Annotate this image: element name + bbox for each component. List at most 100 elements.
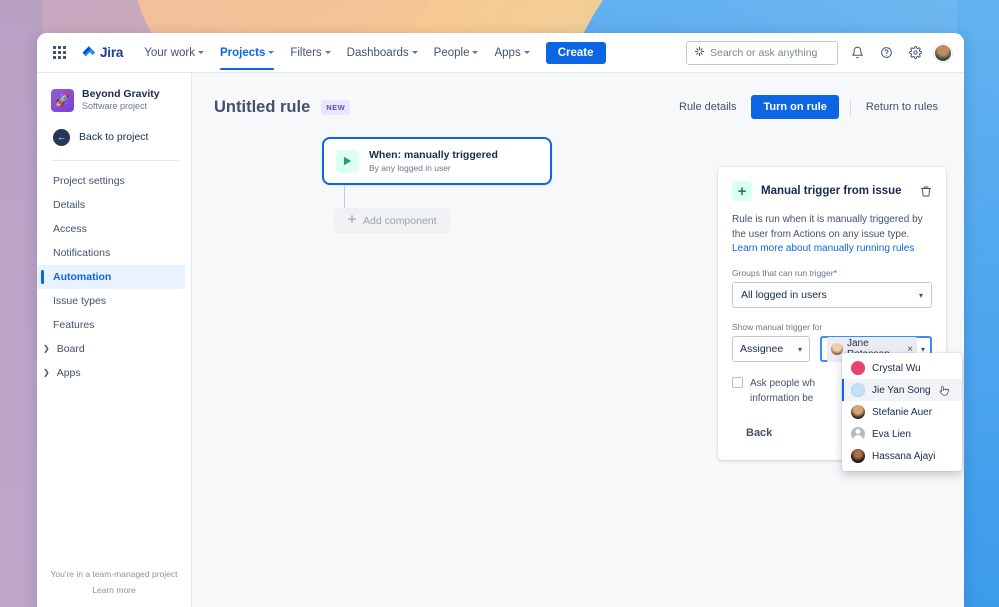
search-input[interactable]: [710, 46, 830, 59]
panel-title: Manual trigger from issue: [761, 185, 902, 197]
notifications-bell-icon[interactable]: [847, 43, 867, 63]
sidebar-item-details[interactable]: Details: [37, 193, 185, 217]
plus-icon: [347, 214, 357, 227]
chevron-right-icon: ❯: [43, 344, 50, 354]
turn-on-rule-button[interactable]: Turn on rule: [751, 95, 839, 119]
jira-logo[interactable]: Jira: [81, 45, 123, 60]
global-navigation: Jira Your work Projects Filters Dashboar…: [37, 33, 964, 73]
dropdown-option-hassana-ajayi[interactable]: Hassana Ajayi: [842, 445, 962, 467]
sidebar-item-project-settings[interactable]: Project settings: [37, 169, 185, 193]
trash-icon[interactable]: [920, 185, 932, 198]
chevron-down-icon: ▾: [797, 344, 802, 354]
sidebar-footer: You're in a team-managed project Learn m…: [37, 569, 191, 607]
dropdown-option-label: Jie Yan Song: [872, 384, 931, 396]
sidebar-item-label: Notifications: [53, 246, 111, 259]
project-avatar-rocket-icon: 🚀: [51, 88, 74, 112]
back-to-project-label: Back to project: [79, 131, 149, 144]
help-question-icon[interactable]: [876, 43, 896, 63]
rule-header: Untitled rule NEW Rule details Turn on r…: [192, 73, 964, 119]
nav-links: Your work Projects Filters Dashboards Pe…: [137, 36, 536, 70]
page-title: Untitled rule: [214, 97, 311, 116]
dropdown-option-label: Stefanie Auer: [872, 406, 933, 418]
main-content: Untitled rule NEW Rule details Turn on r…: [192, 73, 964, 607]
return-to-rules-button[interactable]: Return to rules: [862, 96, 942, 118]
settings-gear-icon[interactable]: [905, 43, 925, 63]
back-button[interactable]: Back: [732, 422, 786, 444]
sidebar-item-notifications[interactable]: Notifications: [37, 241, 185, 265]
dropdown-option-label: Crystal Wu: [872, 362, 921, 374]
jira-logo-text: Jira: [100, 45, 124, 60]
dropdown-option-eva-lien[interactable]: Eva Lien: [842, 423, 962, 445]
dropdown-option-jie-yan-song[interactable]: Jie Yan Song: [842, 379, 962, 401]
nav-right-actions: [686, 40, 952, 65]
rule-details-button[interactable]: Rule details: [675, 96, 740, 118]
avatar: [831, 343, 843, 355]
sidebar-item-label: Project settings: [53, 174, 125, 187]
field-type-select[interactable]: Assignee ▾: [732, 336, 810, 362]
sidebar-item-label: Details: [53, 198, 86, 211]
sidebar-item-automation[interactable]: Automation: [37, 264, 185, 289]
user-avatar[interactable]: [934, 43, 952, 62]
checkbox-text-line2: information be: [750, 393, 814, 404]
avatar: [851, 427, 865, 441]
sidebar-item-board[interactable]: ❯ Board: [37, 337, 185, 361]
nav-item-projects[interactable]: Projects: [213, 36, 281, 70]
create-button[interactable]: Create: [545, 41, 606, 64]
avatar: [851, 383, 865, 397]
nav-item-people[interactable]: People: [427, 36, 486, 70]
project-name: Beyond Gravity: [82, 88, 160, 100]
nav-item-label: Apps: [494, 46, 521, 59]
chevron-down-icon: [472, 51, 479, 54]
search-box[interactable]: [686, 40, 838, 65]
team-managed-note: You're in a team-managed project: [50, 569, 178, 579]
nav-item-label: People: [433, 46, 470, 59]
sidebar-item-issue-types[interactable]: Issue types: [37, 289, 185, 313]
learn-more-link[interactable]: Learn more: [37, 585, 191, 595]
nav-item-dashboards[interactable]: Dashboards: [340, 36, 425, 70]
trigger-card-subtitle: By any logged in user: [369, 162, 451, 173]
dropdown-option-crystal-wu[interactable]: Crystal Wu: [842, 357, 962, 379]
browser-window: Jira Your work Projects Filters Dashboar…: [37, 33, 964, 607]
mouse-pointer-icon: [938, 385, 951, 399]
arrow-left-icon: ←: [53, 128, 70, 146]
play-icon: [336, 149, 359, 173]
dropdown-option-stefanie-auer[interactable]: Stefanie Auer: [842, 401, 962, 423]
trigger-card[interactable]: When: manually triggered By any logged i…: [322, 137, 552, 185]
nav-item-apps[interactable]: Apps: [487, 36, 536, 70]
chevron-down-icon: [523, 51, 530, 54]
project-sidebar: 🚀 Beyond Gravity Software project ← Back…: [37, 73, 192, 607]
project-header[interactable]: 🚀 Beyond Gravity Software project: [37, 73, 191, 113]
show-trigger-label: Show manual trigger for: [732, 322, 823, 332]
nav-item-label: Filters: [290, 46, 322, 59]
header-actions: Rule details Turn on rule Return to rule…: [675, 95, 942, 119]
app-switcher-icon[interactable]: [48, 42, 70, 64]
groups-select-value: All logged in users: [741, 289, 827, 301]
field-type-value: Assignee: [740, 343, 784, 355]
people-dropdown-menu: Crystal Wu Jie Yan Song Stefanie Auer Ev…: [842, 353, 962, 471]
sidebar-item-apps[interactable]: ❯ Apps: [37, 361, 185, 385]
background-left-strip: [0, 0, 42, 607]
back-to-project-link[interactable]: ← Back to project: [37, 113, 191, 146]
panel-description: Rule is run when it is manually triggere…: [732, 214, 923, 240]
add-component-button[interactable]: Add component: [334, 208, 450, 233]
nav-item-filters[interactable]: Filters: [283, 36, 337, 70]
sidebar-item-label: Apps: [56, 366, 81, 379]
sidebar-item-label: Automation: [53, 270, 112, 283]
learn-more-link[interactable]: Learn more about manually running rules: [732, 243, 932, 254]
nav-item-label: Dashboards: [346, 46, 409, 59]
ask-people-checkbox[interactable]: [732, 377, 743, 388]
status-badge-new: NEW: [321, 99, 351, 115]
nav-item-your-work[interactable]: Your work: [137, 36, 211, 70]
sidebar-item-features[interactable]: Features: [37, 313, 185, 337]
add-component-label: Add component: [363, 214, 437, 227]
chevron-right-icon: ❯: [43, 368, 50, 378]
sidebar-item-access[interactable]: Access: [37, 217, 185, 241]
panel-header: + Manual trigger from issue: [732, 181, 932, 201]
chevron-down-icon: ▾: [918, 290, 923, 300]
required-asterisk: *: [833, 268, 837, 278]
sparkle-search-icon: [694, 44, 705, 62]
jira-logo-icon: [81, 45, 96, 60]
groups-select[interactable]: All logged in users ▾: [732, 282, 932, 308]
nav-item-label: Projects: [219, 46, 266, 59]
groups-field-label: Groups that can run trigger*: [732, 268, 932, 278]
